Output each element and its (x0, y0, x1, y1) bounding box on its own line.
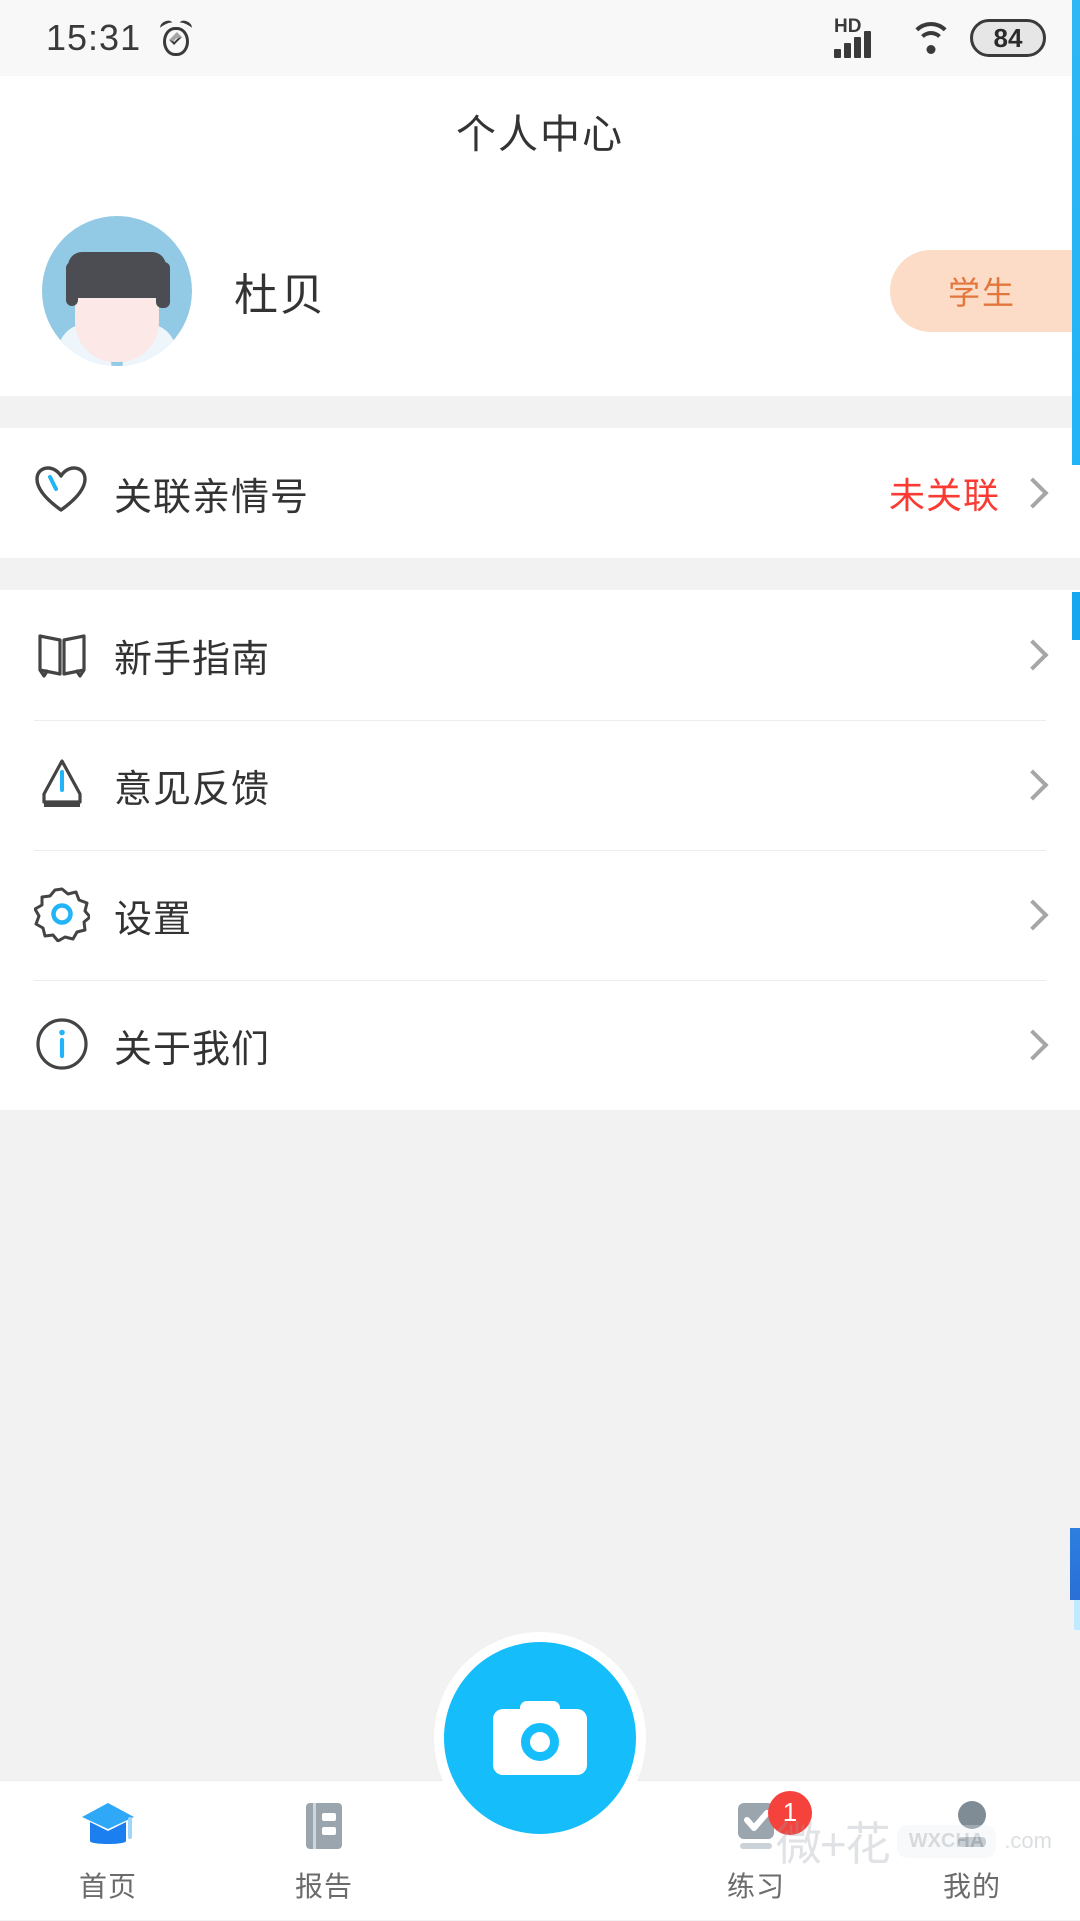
status-bar: 15:31 HD 84 (0, 0, 1080, 76)
profile-section[interactable]: 杜贝 学生 (0, 186, 1080, 396)
edge-accent-strip-top (1072, 0, 1080, 465)
alarm-clock-icon (158, 18, 194, 56)
pen-icon (34, 756, 92, 814)
status-bar-left: 15:31 (46, 17, 194, 59)
status-time: 15:31 (46, 17, 142, 58)
edge-accent-strip-bottom (1074, 1600, 1080, 1630)
book-icon (34, 626, 92, 684)
status-text: 未关联 (888, 475, 1000, 516)
tab-label: 我的 (942, 1870, 1001, 1902)
tab-label: 报告 (294, 1870, 353, 1902)
section-gap (0, 558, 1080, 590)
list-item-right: 未关联 (888, 467, 1049, 519)
checkbox-icon: 1 (726, 1790, 812, 1855)
list-item-label: 意见反馈 (114, 768, 271, 811)
battery-level: 84 (993, 22, 1023, 53)
heart-icon (34, 464, 92, 522)
settings-group-general: 新手指南 意见反馈 设置 关于我们 (0, 590, 1080, 1110)
camera-icon (493, 1701, 587, 1775)
user-name: 杜贝 (234, 271, 326, 320)
graduation-cap-icon (78, 1797, 138, 1855)
list-item-about-us[interactable]: 关于我们 (0, 980, 1080, 1110)
wifi-icon (908, 20, 954, 56)
report-book-icon (294, 1797, 354, 1855)
list-item-settings[interactable]: 设置 (0, 850, 1080, 980)
tab-home[interactable]: 首页 (0, 1781, 216, 1921)
chevron-right-icon (1017, 639, 1049, 671)
status-badge: 学生 (890, 250, 1080, 332)
chevron-right-icon (1017, 477, 1049, 509)
tab-report[interactable]: 报告 (216, 1781, 432, 1921)
status-bar-right: HD 84 (834, 16, 1046, 58)
list-item-right (1017, 639, 1049, 671)
camera-fab-button[interactable] (444, 1642, 636, 1834)
chevron-right-icon (1017, 1029, 1049, 1061)
tab-practice[interactable]: 1 练习 (648, 1781, 864, 1921)
list-item-right (1017, 1029, 1049, 1061)
page-title: 个人中心 (456, 113, 624, 157)
tab-mine[interactable]: 我的 (864, 1781, 1080, 1921)
gear-icon (34, 886, 92, 944)
battery-indicator: 84 (970, 19, 1046, 57)
list-item-label: 关于我们 (114, 1028, 271, 1071)
info-icon (34, 1016, 92, 1074)
section-gap (0, 396, 1080, 428)
settings-group-family: 关联亲情号 未关联 (0, 428, 1080, 558)
list-item-label: 新手指南 (114, 638, 271, 681)
person-icon (942, 1797, 1002, 1855)
user-avatar-illustration[interactable] (42, 216, 192, 366)
tab-label: 首页 (78, 1870, 137, 1902)
chevron-right-icon (1017, 899, 1049, 931)
list-item-right (1017, 899, 1049, 931)
list-item-label: 设置 (114, 898, 193, 941)
edge-accent-strip-mid (1072, 592, 1080, 640)
list-item-link-family[interactable]: 关联亲情号 未关联 (0, 428, 1080, 558)
tab-label: 练习 (726, 1870, 785, 1902)
chevron-right-icon (1017, 769, 1049, 801)
page-header: 个人中心 (0, 76, 1080, 186)
signal-bars-icon: HD (834, 16, 892, 58)
notification-badge: 1 (768, 1790, 812, 1835)
bottom-navigation: 首页 报告 1 练习 我的 (0, 1642, 1080, 1921)
edge-accent-strip-lower (1070, 1528, 1080, 1600)
list-item-feedback[interactable]: 意见反馈 (0, 720, 1080, 850)
list-item-label: 关联亲情号 (114, 476, 310, 519)
list-item-right (1017, 769, 1049, 801)
list-item-beginner-guide[interactable]: 新手指南 (0, 590, 1080, 720)
